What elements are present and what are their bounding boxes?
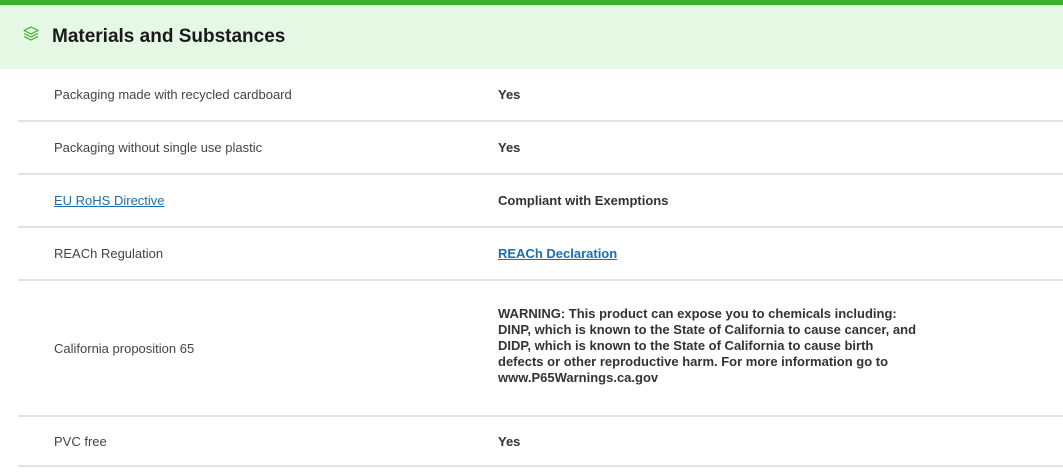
- table-row: EU RoHS Directive Compliant with Exempti…: [18, 175, 1063, 228]
- materials-substances-panel: Materials and Substances Packaging made …: [0, 0, 1063, 476]
- attribute-value: Yes: [498, 140, 521, 155]
- section-title: Materials and Substances: [52, 26, 286, 47]
- attribute-label: California proposition 65: [54, 340, 195, 356]
- prop65-warning-text: WARNING: This product can expose you to …: [498, 306, 917, 385]
- attributes-table: Packaging made with recycled cardboard Y…: [18, 69, 1063, 467]
- table-row: REACh Regulation REACh Declaration: [18, 228, 1063, 281]
- layers-icon: [22, 25, 40, 43]
- reach-declaration-link[interactable]: REACh Declaration: [498, 246, 617, 261]
- table-row: Packaging made with recycled cardboard Y…: [18, 69, 1063, 122]
- attribute-value: Yes: [498, 87, 521, 102]
- attribute-label: Packaging made with recycled cardboard: [54, 87, 292, 102]
- attribute-label: PVC free: [54, 433, 107, 449]
- table-row: Packaging without single use plastic Yes: [18, 122, 1063, 175]
- eu-rohs-directive-link[interactable]: EU RoHS Directive: [54, 193, 165, 208]
- attribute-label: REACh Regulation: [54, 246, 164, 261]
- attribute-label-cell: EU RoHS Directive: [18, 193, 498, 208]
- table-row: California proposition 65 WARNING: This …: [18, 281, 1063, 417]
- table-row: PVC free Yes: [18, 417, 1063, 467]
- section-header[interactable]: Materials and Substances: [0, 5, 1063, 69]
- attribute-value: Yes: [498, 433, 521, 449]
- attribute-label: Packaging without single use plastic: [54, 140, 263, 155]
- attribute-value: Compliant with Exemptions: [498, 193, 669, 208]
- attribute-value-cell: REACh Declaration: [498, 246, 1063, 261]
